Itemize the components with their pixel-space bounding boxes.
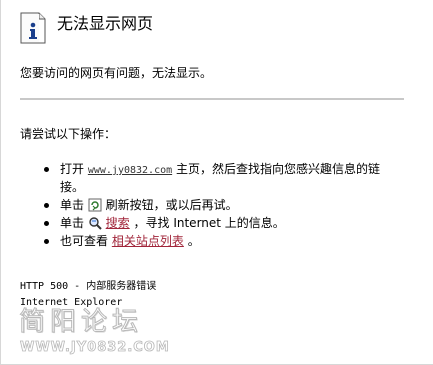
page-title: 无法显示网页: [57, 14, 154, 33]
list-item-open-site: 打开 www.jy0832.com 主页，然后查找指向您感兴趣信息的链 接。: [41, 161, 401, 195]
click-prefix: 单击: [60, 198, 85, 212]
refresh-icon: [88, 198, 102, 212]
open-prefix: 打开: [60, 162, 85, 176]
related-sites-link[interactable]: 相关站点列表: [112, 234, 184, 248]
search-icon: [89, 217, 102, 230]
open-suffix-line-2: 接。: [60, 180, 85, 194]
related-suffix: 。: [187, 234, 200, 248]
click-prefix-search: 单击: [60, 216, 85, 230]
related-prefix: 也可查看: [60, 234, 109, 248]
error-page: 无法显示网页 您要访问的网页有问题，无法显示。 请尝试以下操作： 打开 www.…: [0, 0, 433, 365]
problem-message: 您要访问的网页有问题，无法显示。: [20, 66, 213, 80]
search-link[interactable]: 搜索: [106, 216, 130, 230]
open-suffix: 主页，然后查找指向您感兴趣信息的链: [175, 162, 380, 176]
list-item-refresh: 单击 刷新按钮，或以后再试。: [41, 197, 401, 213]
refresh-text: 刷新按钮，或以后再试。: [105, 198, 238, 212]
watermark-url-text: WWW.JY0832.COM: [20, 340, 170, 356]
divider: [20, 98, 404, 100]
site-link[interactable]: www.jy0832.com: [88, 165, 172, 176]
watermark-logo: 简阳论坛 WWW.JY0832.COM: [18, 306, 199, 362]
list-item-search: 单击 搜索 ，寻找 Internet 上的信息。: [41, 215, 401, 231]
watermark-chinese-text: 简阳论坛: [18, 307, 144, 338]
list-item-related-sites: 也可查看 相关站点列表 。: [41, 233, 401, 249]
search-suffix: ，寻找 Internet 上的信息。: [133, 216, 285, 230]
info-page-icon: [20, 12, 46, 44]
try-heading: 请尝试以下操作：: [20, 127, 117, 141]
suggested-actions-list: 打开 www.jy0832.com 主页，然后查找指向您感兴趣信息的链 接。 单…: [41, 161, 401, 251]
error-code: HTTP 500 - 内部服务器错误: [20, 281, 157, 292]
